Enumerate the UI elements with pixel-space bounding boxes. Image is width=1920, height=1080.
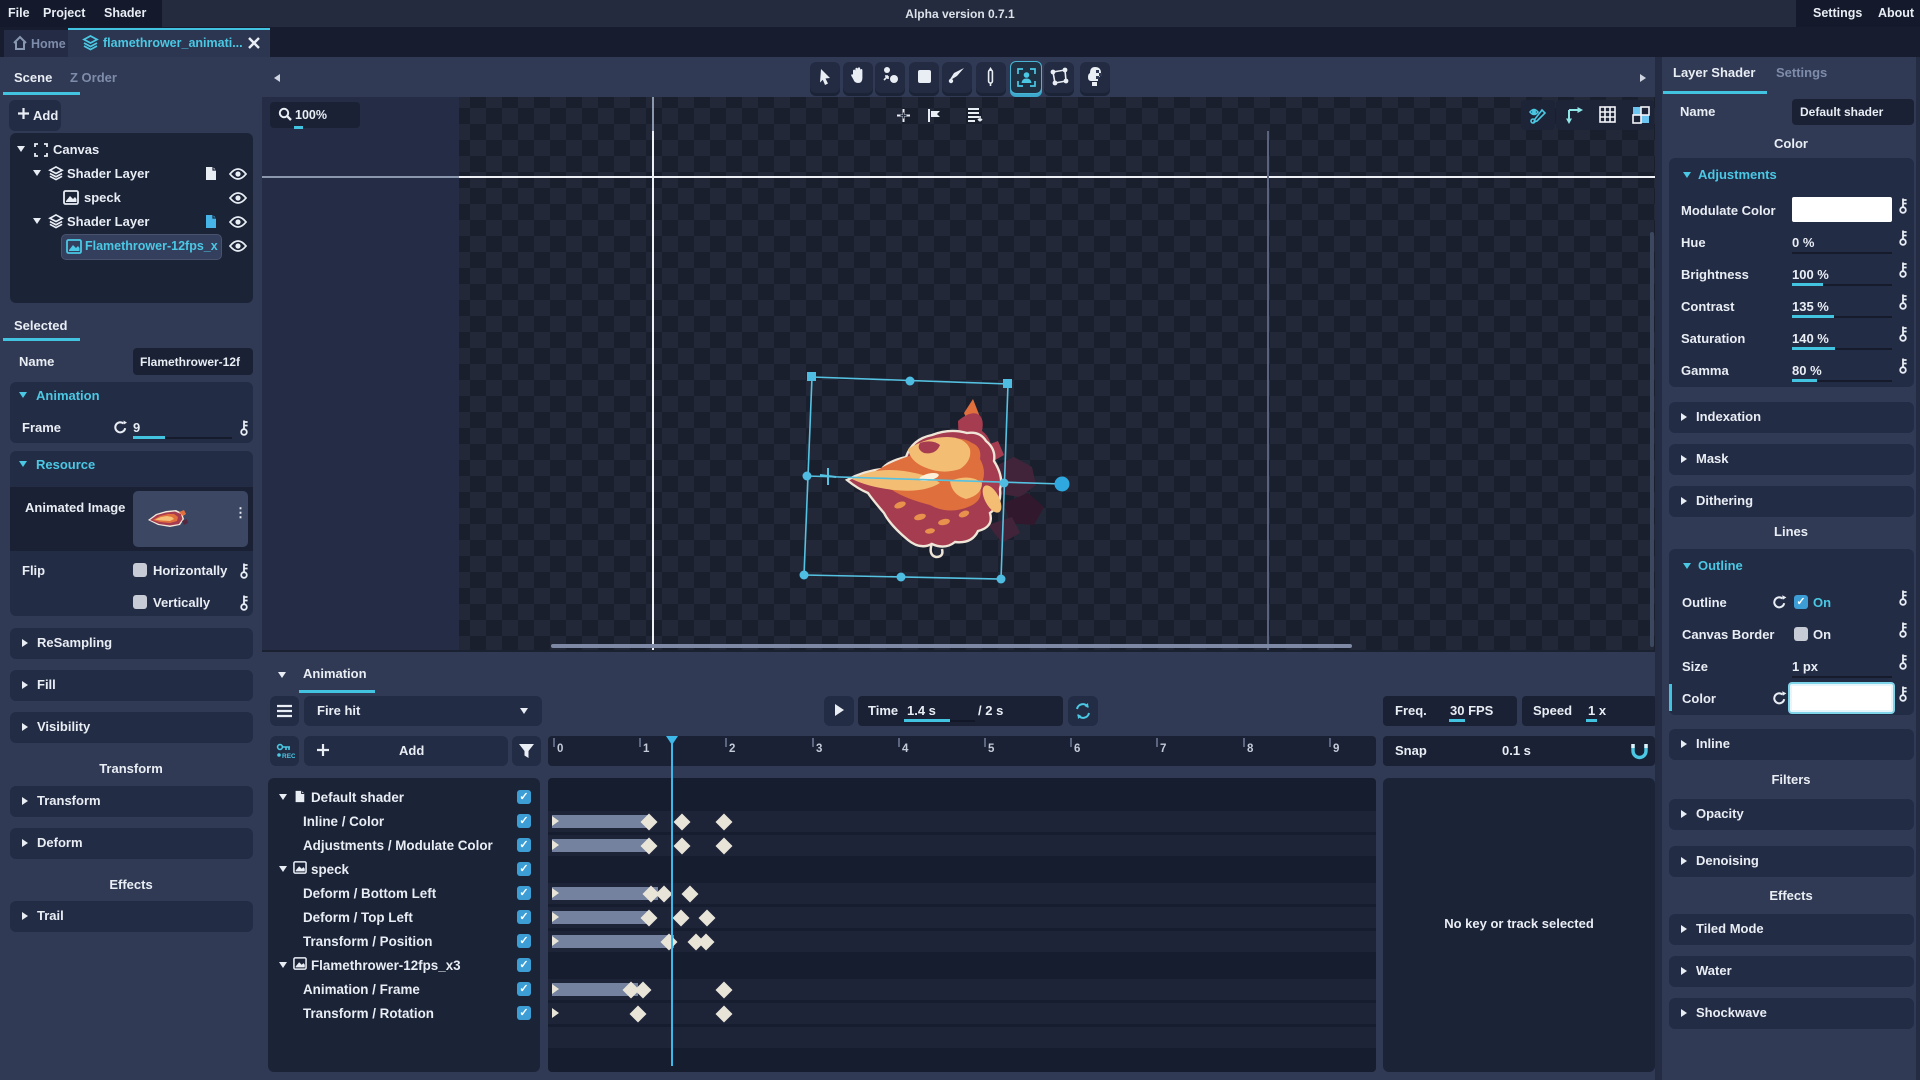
svg-text:REC: REC — [282, 753, 295, 760]
